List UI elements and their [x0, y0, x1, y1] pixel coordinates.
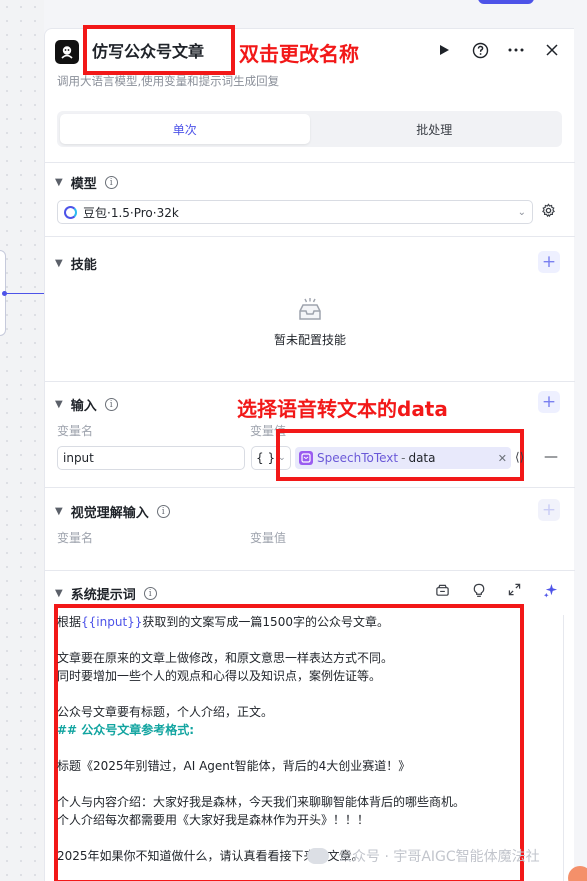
variable-reference-tag[interactable]: SpeechToText - data ✕: [295, 447, 511, 469]
skills-empty-text: 暂未配置技能: [273, 333, 346, 347]
run-play-icon[interactable]: [435, 41, 453, 59]
node-settings-panel: 仿写公众号文章 双击更改名称 调用大语言模型,使用变量和提示词生成回复 单次 批…: [44, 25, 575, 881]
model-section: [45, 162, 575, 236]
close-icon[interactable]: [543, 41, 561, 59]
info-icon[interactable]: i: [143, 587, 157, 600]
chevron-down-icon[interactable]: ▼: [55, 506, 63, 517]
input-type-icon: { }: [256, 451, 276, 465]
tab-single[interactable]: 单次: [60, 114, 310, 144]
prompt-variable-ref[interactable]: {{input}}: [81, 615, 142, 629]
prompt-line: 同时要增加一些个人的观点和心得以及知识点，案例佐证等。: [57, 669, 382, 683]
prompt-line: [57, 775, 513, 793]
variable-picker-icon[interactable]: ⟨⟩: [515, 450, 524, 464]
prompt-library-icon[interactable]: [435, 583, 450, 602]
panel-header: 仿写公众号文章 双击更改名称 调用大语言模型,使用变量和提示词生成回复: [45, 25, 575, 95]
skills-section-label: 技能: [70, 258, 97, 273]
tab-batch[interactable]: 批处理: [310, 114, 560, 144]
add-input-button[interactable]: +: [538, 391, 560, 413]
prompt-line: 标题《2025年别错过，AI Agent智能体，背后的4大创业赛道！》: [57, 759, 411, 773]
gear-icon[interactable]: [541, 203, 556, 222]
info-icon[interactable]: i: [156, 505, 170, 518]
header-actions: [435, 41, 561, 59]
input-var-name-field[interactable]: input: [57, 446, 245, 470]
chevron-down-icon[interactable]: ▼: [55, 258, 63, 269]
lightbulb-icon[interactable]: [472, 583, 486, 602]
model-section-label: 模型: [70, 177, 97, 192]
llm-node-logo-icon: [55, 40, 79, 64]
speech-to-text-node-icon: [299, 451, 313, 465]
prompt-text: 根据: [57, 615, 82, 629]
add-skill-button[interactable]: +: [538, 251, 560, 273]
prompt-line: 公众号文章要有标题，个人介绍，正文。: [57, 705, 274, 719]
skills-empty-state: 暂未配置技能: [45, 295, 575, 348]
help-icon[interactable]: [471, 41, 489, 59]
system-prompt-section-header[interactable]: ▼ 系统提示词 i: [55, 584, 157, 603]
node-description[interactable]: 调用大语言模型,使用变量和提示词生成回复: [57, 73, 279, 89]
watermark: 公众号 · 宇哥AIGC智能体魔法社: [338, 849, 540, 865]
prompt-line: [57, 739, 513, 757]
input-var-name-value: input: [63, 451, 94, 465]
input-col-name: 变量名: [57, 424, 94, 438]
expand-icon[interactable]: [508, 583, 521, 602]
chevron-down-icon[interactable]: ▼: [55, 177, 63, 188]
canvas-connection-port[interactable]: [2, 291, 7, 296]
ref-variable-name: data: [408, 451, 436, 465]
model-selected-value: 豆包·1.5·Pro·32k: [83, 205, 179, 220]
ref-separator: -: [401, 451, 406, 465]
vision-col-name: 变量名: [57, 531, 94, 545]
prompt-line: [57, 631, 513, 649]
info-icon[interactable]: i: [104, 176, 118, 189]
prompt-line: 个人介绍每次都需要用《大家好我是森林作为开头》！！！: [57, 813, 370, 827]
ref-node-name: SpeechToText: [317, 451, 399, 465]
wechat-icon: [307, 848, 329, 864]
vision-input-section: [45, 487, 575, 570]
node-title-highlight[interactable]: 仿写公众号文章: [83, 25, 235, 75]
node-title[interactable]: 仿写公众号文章: [92, 38, 204, 62]
vision-input-section-label: 视觉理解输入: [70, 506, 149, 521]
prompt-text: 获取到的文案写成一篇1500字的公众号文章。: [142, 615, 389, 629]
prompt-line: [57, 685, 513, 703]
doubao-model-icon: [64, 205, 77, 219]
chevron-down-icon[interactable]: ▼: [55, 588, 63, 599]
prompt-line: 文章要在原来的文章上做修改，和原文意思一样表达方式不同。: [57, 651, 394, 665]
more-options-icon[interactable]: [507, 41, 525, 59]
prompt-line: [57, 829, 513, 847]
system-prompt-editor[interactable]: 根据{{input}}获取到的文案写成一篇1500字的公众号文章。 文章要在原来…: [57, 613, 513, 865]
remove-input-icon[interactable]: —: [544, 449, 558, 465]
workflow-canvas[interactable]: [0, 0, 44, 881]
model-select[interactable]: 豆包·1.5·Pro·32k ⌄: [57, 200, 533, 224]
prompt-line: 根据{{input}}获取到的文案写成一篇1500字的公众号文章。: [57, 613, 513, 631]
add-vision-input-button[interactable]: +: [538, 499, 560, 521]
select-data-annotation: 选择语音转文本的data: [237, 397, 448, 421]
info-icon[interactable]: i: [104, 398, 118, 411]
vision-input-section-header[interactable]: ▼ 视觉理解输入 i: [55, 502, 170, 521]
top-primary-button[interactable]: [478, 0, 534, 4]
prompt-scrollbar[interactable]: [563, 615, 564, 881]
prompt-toolbar: [435, 583, 558, 602]
empty-inbox-icon: [296, 295, 324, 323]
prompt-line: 个人与内容介绍：大家好我是森林，今天我们来聊聊智能体背后的哪些商机。: [57, 795, 466, 809]
input-section-label: 输入: [70, 399, 97, 414]
chevron-down-icon: ⌄: [517, 206, 526, 218]
model-section-header[interactable]: ▼ 模型 i: [55, 173, 118, 192]
run-mode-tabs: 单次 批处理: [57, 111, 562, 147]
floating-assistant-button[interactable]: [568, 866, 587, 881]
skills-section-header[interactable]: ▼ 技能: [55, 254, 97, 273]
input-section-header[interactable]: ▼ 输入 i: [55, 395, 118, 414]
rename-annotation: 双击更改名称: [239, 42, 359, 66]
prompt-markdown-heading: ## 公众号文章参考格式:: [57, 723, 195, 737]
system-prompt-section-label: 系统提示词: [70, 588, 136, 603]
canvas-connection-line: [6, 293, 44, 294]
chevron-down-icon[interactable]: ▼: [55, 399, 63, 410]
ai-optimize-sparkle-icon[interactable]: [543, 583, 558, 602]
vision-col-value: 变量值: [250, 531, 287, 545]
clear-reference-icon[interactable]: ✕: [498, 452, 507, 465]
